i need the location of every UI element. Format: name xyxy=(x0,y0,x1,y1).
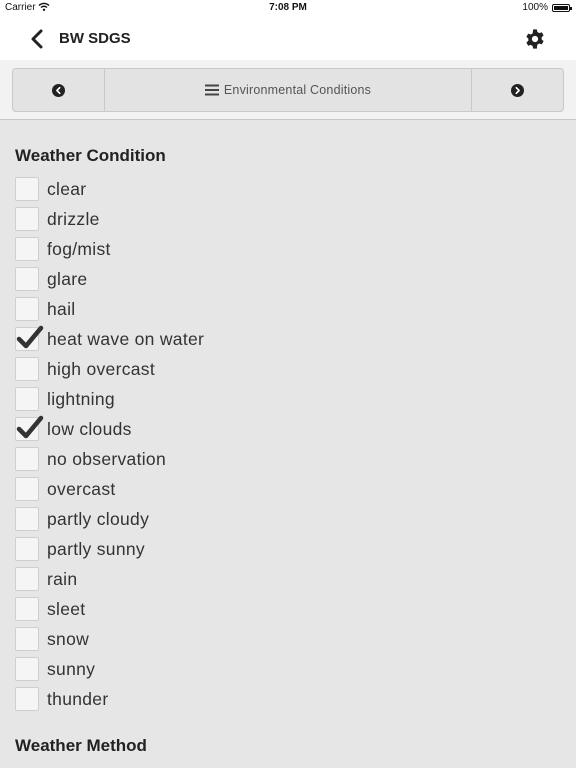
checkbox-option[interactable]: thunder xyxy=(15,686,108,712)
checkbox-label: thunder xyxy=(47,688,109,709)
checkbox-option[interactable]: low clouds xyxy=(15,415,132,442)
weather-condition-heading: Weather Condition xyxy=(15,146,166,165)
checkbox-option[interactable]: drizzle xyxy=(15,206,100,232)
checkbox-option[interactable]: clear xyxy=(15,176,86,202)
checkbox-label: lightning xyxy=(47,388,115,409)
checkbox-label: no observation xyxy=(47,448,167,469)
checkbox-label: sunny xyxy=(47,658,96,679)
weather-method-heading: Weather Method xyxy=(15,736,147,755)
checkbox-option[interactable]: snow xyxy=(15,626,89,652)
checkbox-label: high overcast xyxy=(47,358,155,379)
checkbox-label: sleet xyxy=(47,598,86,619)
checkbox[interactable] xyxy=(15,687,39,711)
checkbox[interactable] xyxy=(15,447,39,471)
status-bar: Carrier 7:08 PM 100% xyxy=(0,0,576,16)
checkbox-option[interactable]: high overcast xyxy=(15,356,155,382)
gear-icon[interactable] xyxy=(524,28,546,50)
checkbox-label: low clouds xyxy=(47,418,132,439)
checkbox-option[interactable]: sleet xyxy=(15,596,85,622)
checkbox[interactable] xyxy=(15,507,39,531)
checkbox-label: clear xyxy=(47,178,87,199)
checkbox-option[interactable]: partly cloudy xyxy=(15,506,149,532)
checkbox-label: drizzle xyxy=(47,208,100,229)
checkbox-option[interactable]: lightning xyxy=(15,386,115,412)
checkbox-label: fog/mist xyxy=(47,238,111,259)
checkbox[interactable] xyxy=(15,657,39,681)
checkbox-option[interactable]: heat wave on water xyxy=(15,325,205,352)
checkbox-label: hail xyxy=(47,298,76,319)
checkbox[interactable] xyxy=(15,597,39,621)
navigation-bar: BW SDGS xyxy=(0,16,576,60)
circle-chevron-right-icon xyxy=(511,83,524,97)
previous-section-button[interactable] xyxy=(12,68,105,112)
current-section-label: Environmental Conditions xyxy=(223,83,372,97)
page-title: BW SDGS xyxy=(59,30,131,47)
checkbox[interactable] xyxy=(15,237,39,261)
checkbox[interactable] xyxy=(15,567,39,591)
checkbox-option[interactable]: sunny xyxy=(15,656,95,682)
checkbox-option[interactable]: hail xyxy=(15,296,75,322)
checkbox-option[interactable]: glare xyxy=(15,266,87,292)
checkbox[interactable] xyxy=(15,177,39,201)
checkbox[interactable] xyxy=(15,267,39,291)
checkbox[interactable] xyxy=(15,387,39,411)
checkbox[interactable] xyxy=(15,357,39,381)
next-section-button[interactable] xyxy=(471,68,564,112)
battery-icon xyxy=(552,4,572,12)
back-chevron-icon[interactable] xyxy=(28,28,48,50)
checkbox-label: snow xyxy=(47,628,90,649)
circle-chevron-left-icon xyxy=(52,83,65,97)
checkbox-option[interactable]: rain xyxy=(15,566,77,592)
checkbox-label: heat wave on water xyxy=(47,328,205,349)
checkbox-option[interactable]: no observation xyxy=(15,446,166,472)
checkbox[interactable] xyxy=(15,415,44,441)
checkbox-label: rain xyxy=(47,568,78,589)
section-menu-button[interactable]: Environmental Conditions xyxy=(104,68,472,112)
checkbox-label: overcast xyxy=(47,478,116,499)
menu-icon xyxy=(204,84,219,96)
checkbox[interactable] xyxy=(15,477,39,501)
checkbox[interactable] xyxy=(15,207,39,231)
checkbox[interactable] xyxy=(15,537,39,561)
checkbox[interactable] xyxy=(15,297,39,321)
checkbox-label: glare xyxy=(47,268,88,289)
checkmark-icon xyxy=(16,415,44,439)
clock: 7:08 PM xyxy=(269,2,307,13)
battery-percentage: 100% xyxy=(522,2,548,13)
checkbox-option[interactable]: overcast xyxy=(15,476,116,502)
checkbox-label: partly sunny xyxy=(47,538,145,559)
checkbox[interactable] xyxy=(15,627,39,651)
checkbox[interactable] xyxy=(15,325,44,351)
checkmark-icon xyxy=(16,325,44,349)
checkbox-label: partly cloudy xyxy=(47,508,150,529)
checkbox-option[interactable]: fog/mist xyxy=(15,236,111,262)
section-navigator: Environmental Conditions xyxy=(0,60,576,120)
checkbox-option[interactable]: partly sunny xyxy=(15,536,145,562)
